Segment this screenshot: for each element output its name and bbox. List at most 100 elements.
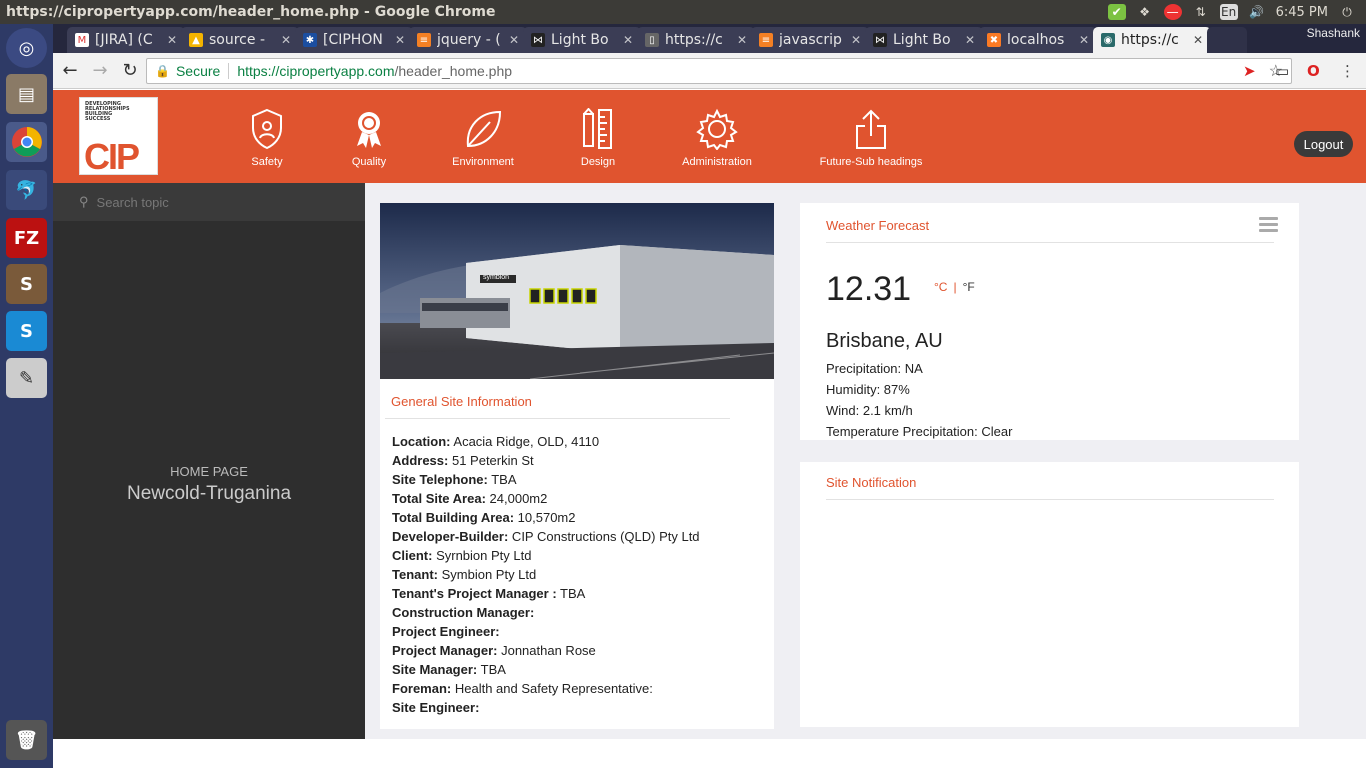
info-row-developer: Developer-Builder: CIP Constructions (QL… bbox=[392, 529, 700, 544]
system-tray: ✔ ❖ — ⇅ En 🔊 6:45 PM ⏻ bbox=[1107, 4, 1366, 20]
close-icon[interactable]: ✕ bbox=[965, 33, 975, 47]
general-info-title: General Site Information bbox=[391, 394, 532, 409]
tab-lightbox-2[interactable]: ⋈ Light Bo ✕ bbox=[865, 27, 983, 53]
opera-icon[interactable]: O bbox=[1307, 62, 1320, 80]
info-row-project-engineer: Project Engineer: bbox=[392, 624, 500, 639]
trash-icon[interactable]: 🗑 bbox=[6, 720, 47, 760]
hamburger-menu-icon[interactable] bbox=[1259, 217, 1278, 232]
keyboard-layout[interactable]: En bbox=[1219, 4, 1238, 20]
info-row-project-manager: Project Manager: Jonnathan Rose bbox=[392, 643, 596, 658]
weather-temp-precipitation: Temperature Precipitation: Clear bbox=[826, 424, 1013, 439]
chrome-icon[interactable] bbox=[6, 122, 47, 162]
fahrenheit-toggle[interactable]: °F bbox=[963, 280, 975, 294]
menu-label: Administration bbox=[682, 156, 752, 168]
info-row-site-engineer: Site Engineer: bbox=[392, 700, 480, 715]
close-icon[interactable]: ✕ bbox=[1079, 33, 1089, 47]
weather-humidity: Humidity: 87% bbox=[826, 382, 910, 397]
logout-button[interactable]: Logout bbox=[1294, 131, 1353, 157]
info-row-location: Location: Acacia Ridge, OLD, 4110 bbox=[392, 434, 600, 449]
sublime-text-icon[interactable]: S bbox=[6, 264, 47, 304]
volume-icon[interactable]: 🔊 bbox=[1248, 4, 1266, 20]
skype-icon[interactable]: S bbox=[6, 311, 47, 351]
menu-administration[interactable]: Administration bbox=[679, 108, 755, 168]
tab-lightbox-1[interactable]: ⋈ Light Bo ✕ bbox=[523, 27, 641, 53]
weather-title: Weather Forecast bbox=[826, 218, 930, 233]
clock[interactable]: 6:45 PM bbox=[1276, 5, 1328, 20]
general-info-card: symbion General Site Information Locatio… bbox=[380, 203, 774, 729]
close-icon[interactable]: ✕ bbox=[281, 33, 291, 47]
logo-wordmark: CIP bbox=[84, 136, 140, 177]
address-bar[interactable]: 🔒 Secure https://cipropertyapp.com/heade… bbox=[146, 58, 1292, 84]
text-editor-icon[interactable]: ✎ bbox=[6, 358, 47, 398]
secure-label: Secure bbox=[175, 63, 221, 79]
tab-https-1[interactable]: ▯ https://c ✕ bbox=[637, 27, 755, 53]
jira-icon: ✱ bbox=[303, 33, 317, 47]
url-host: https://cipropertyapp.com bbox=[237, 63, 395, 79]
weather-precipitation: Precipitation: NA bbox=[826, 361, 923, 376]
menu-label: Design bbox=[580, 156, 616, 168]
site-notification-title: Site Notification bbox=[826, 475, 917, 490]
files-icon[interactable]: ▤ bbox=[6, 74, 47, 114]
search-icon: ⚲ bbox=[79, 194, 89, 209]
site-icon: ◉ bbox=[1101, 33, 1115, 47]
tab-localhost[interactable]: ✖ localhos ✕ bbox=[979, 27, 1097, 53]
dropbox-icon[interactable]: ❖ bbox=[1136, 4, 1154, 20]
new-tab-button[interactable] bbox=[1207, 27, 1247, 53]
profile-name[interactable]: Shashank bbox=[1307, 26, 1360, 40]
cast-icon[interactable]: ▭ bbox=[1275, 62, 1289, 80]
no-entry-icon[interactable]: — bbox=[1163, 4, 1182, 20]
back-button[interactable]: ← bbox=[57, 58, 83, 84]
close-icon[interactable]: ✕ bbox=[623, 33, 633, 47]
browser-toolbar: ← → ↻ 🔒 Secure https://cipropertyapp.com… bbox=[53, 53, 1366, 89]
site-info-list: Location: Acacia Ridge, OLD, 4110 Addres… bbox=[392, 432, 767, 717]
temperature-units: °C | °F bbox=[934, 280, 975, 294]
close-icon[interactable]: ✕ bbox=[509, 33, 519, 47]
os-top-bar: https://cipropertyapp.com/header_home.ph… bbox=[0, 0, 1366, 24]
menu-design[interactable]: Design bbox=[578, 108, 618, 168]
menu-quality[interactable]: Quality bbox=[346, 108, 392, 168]
tab-jira[interactable]: M [JIRA] (C ✕ bbox=[67, 27, 185, 53]
info-row-tenant-pm: Tenant's Project Manager : TBA bbox=[392, 586, 586, 601]
cip-logo[interactable]: DEVELOPING RELATIONSHIPS BUILDING SUCCESS C… bbox=[79, 97, 158, 177]
search-input[interactable]: ⚲ Search topic bbox=[53, 183, 365, 221]
network-icon[interactable]: ⇅ bbox=[1192, 4, 1210, 20]
close-icon[interactable]: ✕ bbox=[737, 33, 747, 47]
close-icon[interactable]: ✕ bbox=[395, 33, 405, 47]
info-row-foreman: Foreman: Health and Safety Representativ… bbox=[392, 681, 653, 696]
info-row-site-manager: Site Manager: TBA bbox=[392, 662, 506, 677]
ubuntu-icon[interactable]: ◎ bbox=[6, 28, 47, 68]
menu-environment[interactable]: Environment bbox=[449, 108, 517, 168]
info-row-building-area: Total Building Area: 10,570m2 bbox=[392, 510, 576, 525]
site-header: DEVELOPING RELATIONSHIPS BUILDING SUCCESS C… bbox=[53, 90, 1366, 183]
menu-safety[interactable]: Safety bbox=[245, 108, 289, 168]
lock-icon: 🔒 bbox=[155, 64, 170, 78]
tab-javascript[interactable]: ≡ javascrip ✕ bbox=[751, 27, 869, 53]
tab-drive[interactable]: ▲ source - ✕ bbox=[181, 27, 299, 53]
reload-button[interactable]: ↻ bbox=[117, 58, 143, 84]
tab-jquery[interactable]: ≡ jquery - (✕ bbox=[409, 27, 527, 53]
menu-future-sub-headings[interactable]: Future-Sub headings bbox=[815, 108, 927, 168]
site-notification-card: Site Notification bbox=[800, 462, 1299, 727]
close-icon[interactable]: ✕ bbox=[167, 33, 177, 47]
forward-button[interactable]: → bbox=[87, 58, 113, 84]
power-icon[interactable]: ⏻ bbox=[1338, 4, 1356, 20]
menu-label: Future-Sub headings bbox=[819, 156, 923, 168]
mysql-workbench-icon[interactable]: 🐬 bbox=[6, 170, 47, 210]
lightbox-icon: ⋈ bbox=[531, 33, 545, 47]
temperature-value: 12.31 bbox=[826, 270, 912, 308]
shield-user-icon bbox=[252, 108, 282, 150]
close-icon[interactable]: ✕ bbox=[851, 33, 861, 47]
tab-active[interactable]: ◉ https://c ✕ bbox=[1093, 27, 1211, 53]
gear-icon bbox=[696, 108, 738, 150]
menu-dots-icon[interactable]: ⋮ bbox=[1340, 62, 1355, 80]
launcher: ◎ ▤ 🐬 FZ S S ✎ 🗑 bbox=[0, 24, 53, 768]
leaf-icon bbox=[466, 110, 502, 148]
celsius-toggle[interactable]: °C bbox=[934, 280, 947, 294]
info-row-telephone: Site Telephone: TBA bbox=[392, 472, 517, 487]
tab-ciphon[interactable]: ✱ [CIPHON ✕ bbox=[295, 27, 413, 53]
close-icon[interactable]: ✕ bbox=[1193, 33, 1203, 47]
extension-bird-icon[interactable]: ➤ bbox=[1243, 62, 1256, 80]
logo-tagline: DEVELOPING RELATIONSHIPS BUILDING SUCCESS bbox=[85, 101, 130, 122]
filezilla-icon[interactable]: FZ bbox=[6, 218, 47, 258]
update-check-icon[interactable]: ✔ bbox=[1107, 4, 1126, 20]
